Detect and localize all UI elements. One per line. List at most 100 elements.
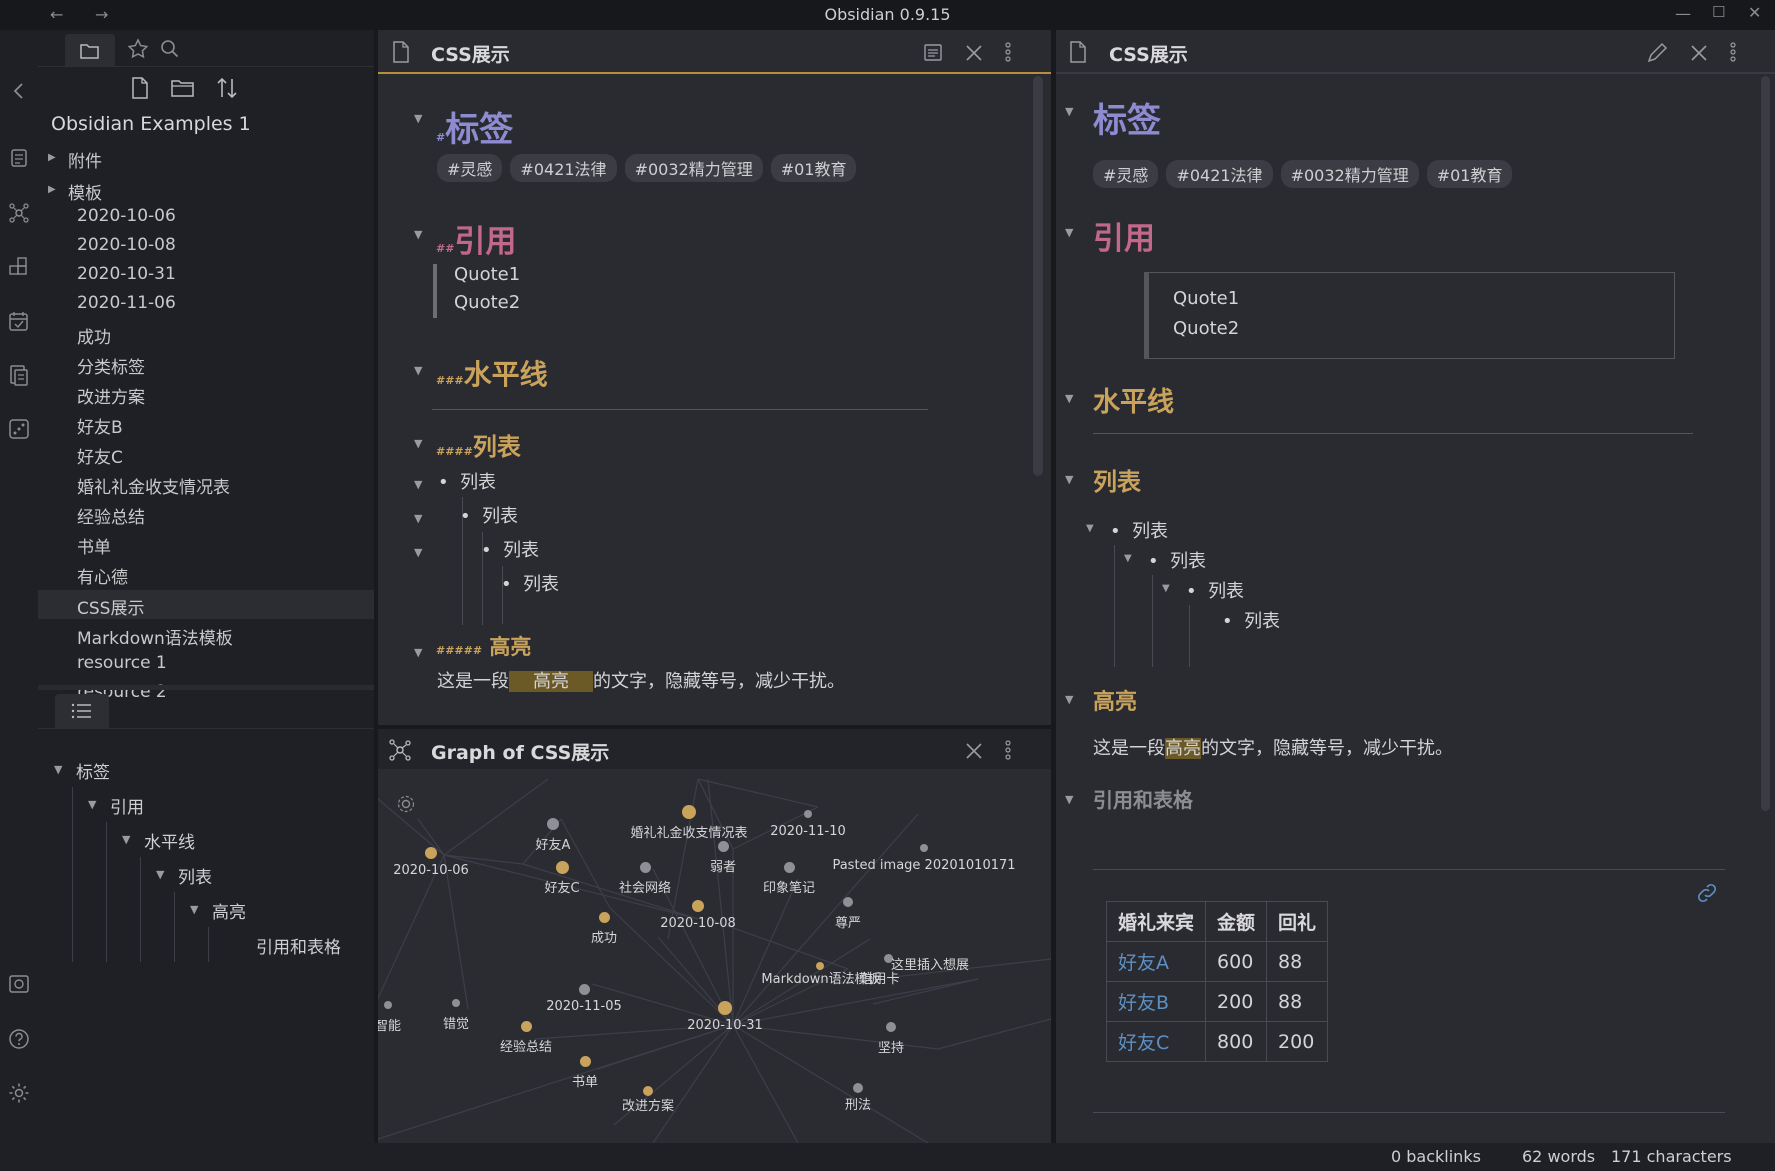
fold-arrow-icon[interactable]: ▼ [1086, 523, 1094, 534]
graph-settings-icon[interactable] [395, 793, 417, 815]
outline-item[interactable]: 引用 [110, 793, 144, 818]
file-item[interactable]: 2020-10-31 [77, 264, 176, 284]
file-item[interactable]: 婚礼礼金收支情况表 [77, 473, 230, 498]
graph-node[interactable] [639, 861, 651, 873]
fold-arrow-icon[interactable]: ▼ [1065, 226, 1073, 239]
fold-arrow-icon[interactable]: ▼ [1065, 105, 1073, 118]
tag-pill[interactable]: #灵感 [437, 154, 503, 182]
folder-collapsed-icon[interactable]: ▶ [48, 152, 56, 163]
file-item[interactable]: Markdown语法模板 [77, 624, 233, 649]
graph-node[interactable] [682, 805, 696, 819]
folder-item[interactable]: 模板 [68, 179, 102, 204]
fold-arrow-icon[interactable]: ▼ [1162, 583, 1170, 594]
fold-arrow-icon[interactable]: ▼ [414, 646, 422, 659]
random-note-icon[interactable] [8, 418, 30, 440]
graph-node[interactable] [547, 818, 559, 830]
file-item[interactable]: 2020-10-08 [77, 235, 176, 255]
backlinks-count[interactable]: 0 backlinks [1391, 1147, 1481, 1166]
collapse-sidebar-icon[interactable] [10, 82, 28, 100]
tag-pill[interactable]: #灵感 [1093, 160, 1159, 188]
internal-link[interactable]: 好友B [1105, 981, 1207, 1022]
fold-arrow-icon[interactable]: ▼ [1065, 392, 1073, 405]
fold-arrow-icon[interactable]: ▼ [414, 478, 422, 491]
graph-node[interactable] [886, 1022, 896, 1032]
graph-node[interactable] [783, 861, 795, 873]
sort-button[interactable] [215, 76, 239, 100]
graph-view-icon[interactable] [8, 202, 30, 224]
fold-arrow-icon[interactable]: ▼ [1124, 553, 1132, 564]
close-window-icon[interactable]: ✕ [1748, 3, 1761, 22]
outline-item[interactable]: 标签 [76, 758, 110, 783]
close-icon[interactable] [965, 742, 983, 760]
tab-search[interactable] [159, 38, 181, 60]
fold-arrow-icon[interactable]: ▼ [414, 364, 422, 377]
file-item[interactable]: 有心德 [77, 563, 128, 588]
close-icon[interactable] [1690, 44, 1708, 62]
maximize-icon[interactable]: ☐ [1712, 3, 1725, 21]
graph-node[interactable] [579, 1055, 591, 1067]
graph-node[interactable] [598, 911, 610, 923]
graph-node[interactable] [384, 1001, 392, 1009]
graph-node[interactable] [692, 900, 704, 912]
internal-link[interactable]: 好友A [1105, 941, 1207, 982]
new-folder-button[interactable] [170, 77, 196, 99]
tag-pill[interactable]: #0421法律 [510, 154, 617, 182]
graph-node[interactable] [452, 999, 460, 1007]
tab-outline[interactable] [55, 694, 109, 728]
outline-item[interactable]: 引用和表格 [256, 933, 341, 958]
plugins-icon[interactable] [8, 256, 30, 278]
file-item[interactable]: 2020-10-06 [77, 206, 176, 226]
vault-switcher-icon[interactable] [8, 973, 30, 995]
fold-arrow-icon[interactable]: ▼ [414, 546, 422, 559]
tab-file-explorer[interactable] [65, 34, 115, 66]
open-quick-switcher-icon[interactable] [9, 148, 29, 168]
minimize-icon[interactable]: — [1675, 4, 1691, 23]
fold-arrow-icon[interactable]: ▼ [414, 228, 422, 241]
internal-link[interactable]: 好友C [1105, 1021, 1207, 1062]
more-options-icon[interactable] [1004, 41, 1012, 63]
fold-arrow-icon[interactable]: ▼ [414, 112, 422, 125]
editor-scrollbar[interactable] [1033, 76, 1043, 476]
file-item[interactable]: CSS展示 [77, 594, 144, 619]
file-item[interactable]: 好友C [77, 443, 123, 468]
preview-toggle-icon[interactable] [923, 43, 943, 63]
file-item[interactable]: 改进方案 [77, 383, 145, 408]
templates-icon[interactable] [8, 364, 30, 386]
graph-node[interactable] [804, 810, 812, 818]
file-item[interactable]: 书单 [77, 533, 111, 558]
folder-item[interactable]: 附件 [68, 147, 102, 172]
file-item[interactable]: 分类标签 [77, 353, 145, 378]
outline-fold-icon[interactable]: ▼ [156, 868, 164, 881]
graph-node[interactable] [843, 897, 853, 907]
close-icon[interactable] [965, 44, 983, 62]
graph-node[interactable] [520, 1020, 532, 1032]
outline-fold-icon[interactable]: ▼ [88, 798, 96, 811]
fold-arrow-icon[interactable]: ▼ [414, 437, 422, 450]
file-item[interactable]: 好友B [77, 413, 123, 438]
outline-fold-icon[interactable]: ▼ [122, 833, 130, 846]
link-icon[interactable] [1696, 882, 1718, 904]
graph-node[interactable] [853, 1083, 863, 1093]
file-item[interactable]: 2020-11-06 [77, 293, 176, 313]
folder-collapsed-icon[interactable]: ▶ [48, 184, 56, 195]
more-options-icon[interactable] [1729, 41, 1737, 63]
new-note-button[interactable] [129, 76, 151, 100]
fold-arrow-icon[interactable]: ▼ [414, 512, 422, 525]
tag-pill[interactable]: #01教育 [770, 154, 857, 182]
tag-pill[interactable]: #01教育 [1426, 160, 1513, 188]
graph-node[interactable] [425, 847, 437, 859]
fold-arrow-icon[interactable]: ▼ [1065, 473, 1073, 486]
outline-item[interactable]: 水平线 [144, 828, 195, 853]
graph-node[interactable] [578, 983, 590, 995]
outline-item[interactable]: 高亮 [212, 898, 246, 923]
calendar-icon[interactable] [8, 310, 30, 332]
file-item[interactable]: resource 1 [77, 653, 167, 673]
file-item[interactable]: 成功 [77, 323, 111, 348]
more-options-icon[interactable] [1004, 739, 1012, 761]
tag-pill[interactable]: #0421法律 [1166, 160, 1273, 188]
graph-node[interactable] [920, 844, 928, 852]
outline-fold-icon[interactable]: ▼ [54, 763, 62, 776]
edit-pencil-icon[interactable] [1646, 42, 1668, 64]
outline-fold-icon[interactable]: ▼ [190, 903, 198, 916]
preview-scrollbar[interactable] [1761, 76, 1770, 811]
